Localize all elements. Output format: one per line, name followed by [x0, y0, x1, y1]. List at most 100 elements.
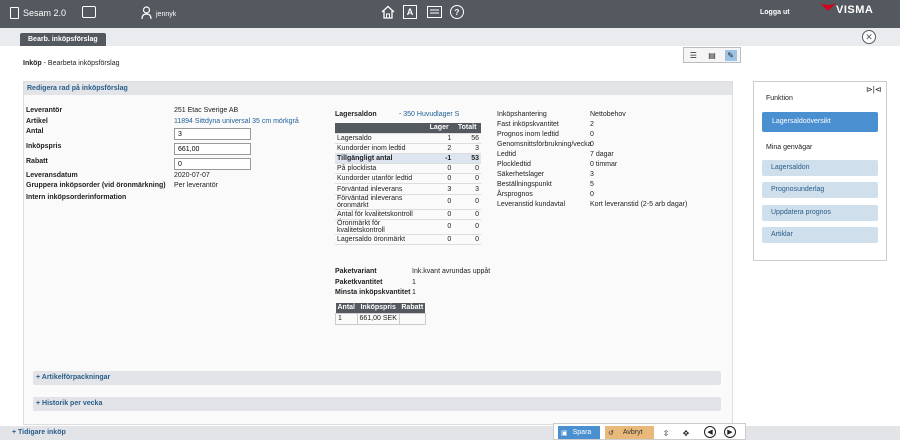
table-row: 1 661,00 SEK	[335, 312, 426, 325]
paketkvantitet-value: 1	[412, 279, 416, 286]
table-cell: 0	[453, 234, 481, 246]
paketkvantitet-label: Paketkvantitet	[335, 279, 383, 286]
shortcut-artiklar[interactable]: Artiklar	[762, 227, 878, 243]
artikel-link[interactable]: 11894 Sittdyna universal 35 cm mörkgrå	[174, 118, 299, 125]
lagersaldon-label: Lagersaldon	[335, 111, 377, 118]
save-button[interactable]: ▣ Spara	[558, 426, 600, 439]
table-cell: 0	[425, 219, 454, 235]
panel-title: Redigera rad på inköpsförslag	[24, 82, 732, 95]
leveransdatum-label: Leveransdatum	[26, 172, 78, 179]
table-cell: 0	[425, 209, 454, 220]
mina-genvagar-label: Mina genvägar	[766, 144, 813, 151]
table-cell: 1	[335, 312, 358, 325]
antal-input[interactable]	[174, 128, 251, 140]
table-row: Kundorder inom ledtid 2 3	[335, 143, 481, 154]
document-icon[interactable]	[427, 6, 442, 18]
table-cell: Förväntad inleverans öronmärkt	[335, 194, 425, 210]
paket-table: Antal Inköpspris Rabatt 1 661,00 SEK	[335, 303, 426, 325]
lager-col-header: Lager	[425, 123, 454, 134]
table-cell: 0	[425, 234, 454, 246]
gruppera-value: Per leverantör	[174, 182, 218, 189]
inkop-info-label: Inköpshantering	[497, 111, 547, 118]
cancel-label: Avbryt	[622, 429, 643, 436]
intern-info-label: Intern inköpsorderinformation	[26, 194, 127, 201]
inkop-info-value: 0	[590, 191, 594, 198]
cancel-button[interactable]: ↺ Avbryt	[605, 426, 654, 439]
list-view-icon[interactable]: ☰	[687, 50, 699, 61]
minsta-label: Minsta inköpskvantitet	[335, 289, 411, 296]
shortcut-uppdatera-prognos[interactable]: Uppdatera prognos	[762, 205, 878, 221]
artikelforpackningar-toggle[interactable]: + Artikelförpackningar	[33, 371, 721, 385]
inkop-info-label: Fast inköpskvantitet	[497, 121, 559, 128]
save-icon: ▣	[561, 429, 568, 437]
inkop-info-label: Ledtid	[497, 151, 517, 158]
inkop-info-value: 0	[590, 131, 594, 138]
table-row: Förväntad inleverans öronmärkt 0 0	[335, 194, 481, 210]
table-cell: 0	[425, 173, 454, 185]
expand-icon[interactable]: ✥	[680, 427, 692, 439]
main-content: Inköp - Bearbeta inköpsförslag ☰ ▤ ✎ Red…	[0, 46, 900, 440]
table-cell: 3	[453, 143, 481, 154]
inkop-info-label: Genomsnittsförbrukning/vecka	[497, 141, 592, 148]
pdf-view-icon[interactable]: ▤	[706, 50, 718, 61]
paket-col-header: Inköpspris	[357, 303, 400, 313]
top-bar: Sesam 2.0 jennyk A ? Logga ut VISMA	[0, 0, 900, 28]
table-cell: 0	[453, 173, 481, 185]
historik-per-vecka-toggle[interactable]: + Historik per vecka	[33, 397, 721, 411]
table-cell: 53	[453, 153, 481, 165]
shortcut-prognosunderlag[interactable]: Prognosunderlag	[762, 182, 878, 198]
next-icon[interactable]: ▶	[724, 426, 736, 438]
user-icon	[141, 6, 152, 20]
inkop-info-value: Nettobehov	[590, 111, 626, 118]
rabatt-input[interactable]	[174, 158, 251, 170]
username: jennyk	[156, 11, 177, 18]
logout-link[interactable]: Logga ut	[760, 9, 790, 16]
lagersaldon-link[interactable]: - 350 Huvudlager S	[399, 111, 459, 118]
app-logo[interactable]: Sesam 2.0	[10, 7, 66, 19]
table-cell: 0	[453, 163, 481, 175]
table-row: Öronmärkt för kvalitetskontroll 0 0	[335, 219, 481, 235]
app-name: Sesam 2.0	[23, 8, 67, 18]
inkop-info-value: 5	[590, 181, 594, 188]
table-cell	[398, 312, 426, 325]
table-cell: Tillgängligt antal	[335, 153, 425, 165]
home-icon[interactable]	[381, 5, 395, 19]
collapse-panel-icon[interactable]: ⊳|⊲	[866, 85, 881, 94]
help-icon[interactable]: ?	[450, 5, 464, 19]
leverantor-label: Leverantör	[26, 107, 63, 114]
table-row: Kundorder utanför ledtid 0 0	[335, 173, 481, 185]
bottom-toolbar: ▣ Spara ↺ Avbryt ⇳ ✥ ◀ ▶	[553, 423, 746, 440]
a-icon[interactable]: A	[403, 5, 417, 19]
tidigare-inkop-toggle[interactable]: + Tidigare inköp	[0, 426, 900, 440]
chat-icon[interactable]	[82, 6, 96, 18]
breadcrumb-root[interactable]: Inköp	[23, 60, 42, 67]
breadcrumb-current: Bearbeta inköpsförslag	[47, 60, 120, 67]
inkop-info-value: 0	[590, 141, 594, 148]
table-cell: 0	[425, 194, 454, 210]
table-cell: Lagersaldo	[335, 133, 425, 144]
inkopspris-input[interactable]	[174, 143, 251, 155]
table-row: Förväntad inleverans 3 3	[335, 183, 481, 195]
table-cell: -1	[425, 153, 454, 165]
table-cell: Antal för kvalitetskontroll	[335, 209, 425, 220]
table-cell: 1	[425, 133, 454, 144]
breadcrumb-separator: -	[43, 60, 46, 67]
table-cell: 0	[453, 219, 481, 235]
inkop-info-label: Plockledtid	[497, 161, 531, 168]
lagersaldooversikt-button[interactable]: Lagersaldoöversikt	[762, 112, 878, 132]
previous-icon[interactable]: ◀	[704, 426, 716, 438]
split-icon[interactable]: ⇳	[660, 427, 672, 439]
table-cell: 2	[425, 143, 454, 154]
inkop-info-value: 7 dagar	[590, 151, 614, 158]
rabatt-label: Rabatt	[26, 158, 48, 165]
table-row: Antal för kvalitetskontroll 0 0	[335, 209, 481, 220]
edit-view-icon[interactable]: ✎	[724, 49, 737, 61]
tab-bearb-inkopsforslag[interactable]: Bearb. inköpsförslag	[20, 33, 106, 46]
close-icon[interactable]: ✕	[862, 30, 876, 44]
table-row: Lagersaldo öronmärkt 0 0	[335, 234, 481, 246]
paketvariant-value: Ink.kvant avrundas uppåt	[412, 268, 491, 275]
gruppera-label: Gruppera inköpsorder (vid öronmärkning)	[26, 182, 166, 189]
leveransdatum-value: 2020-07-07	[174, 172, 210, 179]
funktion-label: Funktion	[766, 95, 793, 102]
shortcut-lagersaldon[interactable]: Lagersaldon	[762, 160, 878, 176]
